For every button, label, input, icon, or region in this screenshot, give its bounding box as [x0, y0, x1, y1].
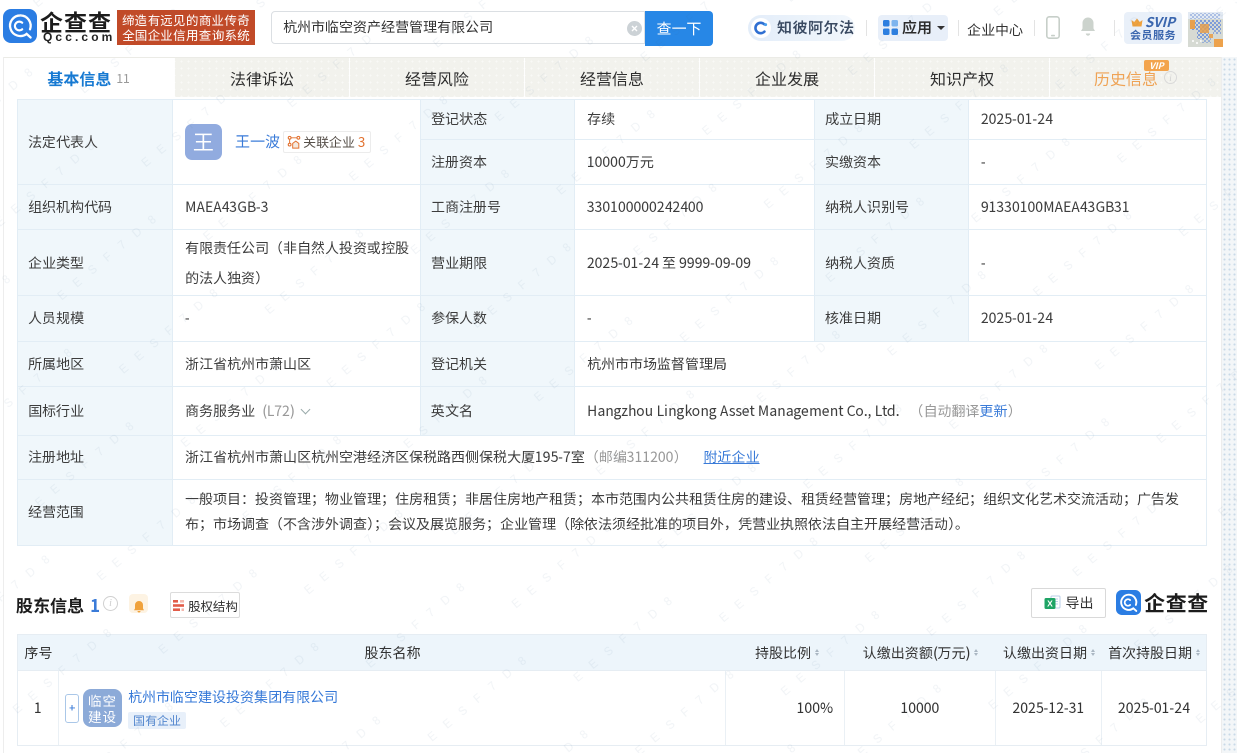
svg-text:X: X — [1047, 598, 1053, 608]
